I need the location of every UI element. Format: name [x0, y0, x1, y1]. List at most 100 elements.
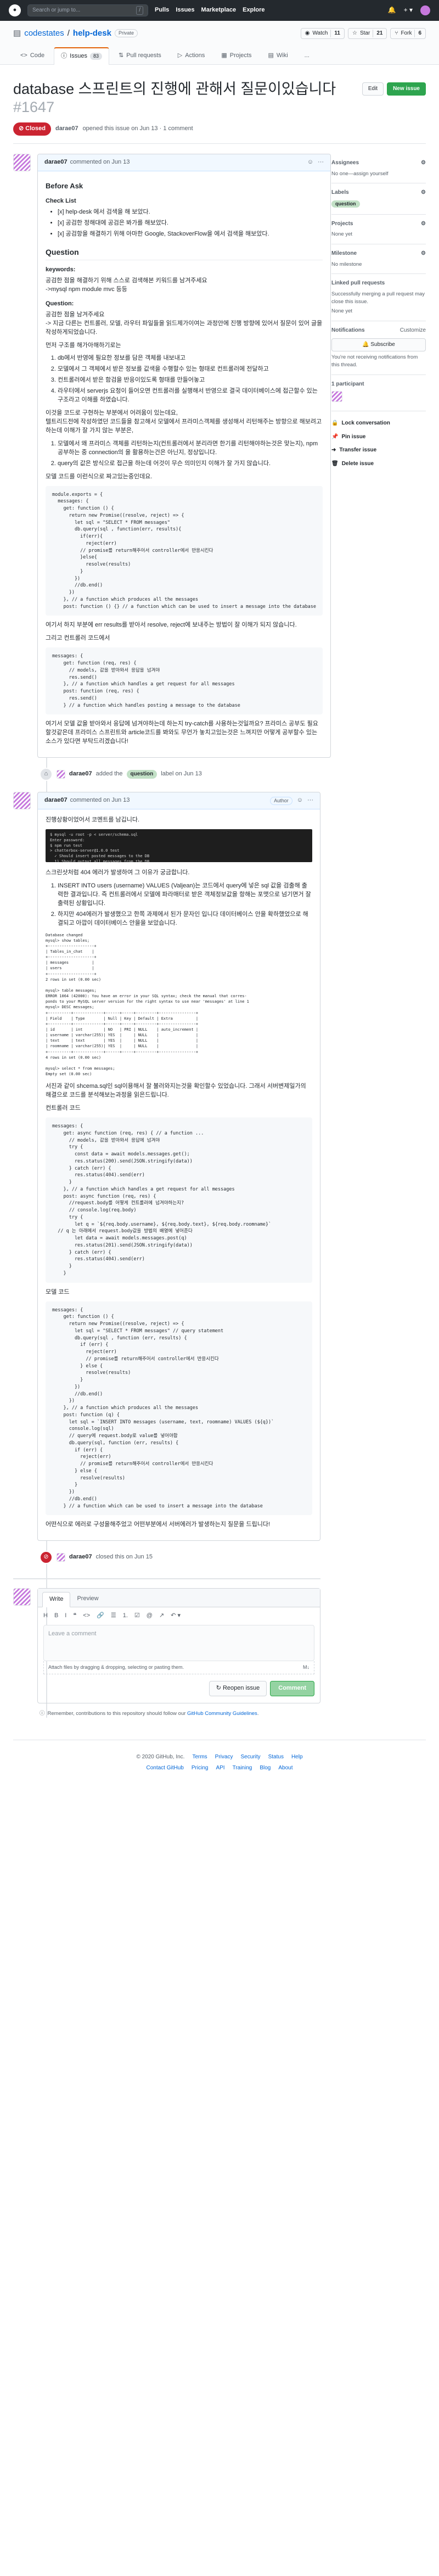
lock-conversation-button[interactable]: 🔒 Lock conversation	[331, 417, 426, 431]
ordered-list-icon[interactable]: 1.	[123, 1612, 128, 1621]
list-item: 컨트롤러에서 받은 함검을 반응이있도록 형태를 만들어놓고	[58, 376, 323, 385]
tab-projects[interactable]: ▦ Projects	[214, 47, 258, 64]
footer-link-status[interactable]: Status	[268, 1753, 284, 1762]
delete-issue-button[interactable]: 🗑 Delete issue	[331, 457, 426, 471]
comment-editor: Write Preview H B I ❝ <> 🔗 ☰ 1. ☑ @ ↗ ↶ …	[37, 1588, 320, 1704]
tab-pull-requests[interactable]: ⇅ Pull requests	[111, 47, 168, 64]
task-list-icon[interactable]: ☑	[134, 1612, 140, 1621]
search-input[interactable]: Search or jump to... /	[27, 4, 148, 16]
avatar[interactable]	[57, 770, 65, 779]
user-avatar[interactable]	[420, 5, 430, 15]
link-icon[interactable]: 🔗	[97, 1612, 104, 1621]
comment-timestamp[interactable]: commented on Jun 13	[70, 796, 130, 805]
smiley-icon[interactable]: ☺	[297, 796, 303, 805]
code-icon[interactable]: <>	[83, 1612, 90, 1621]
footer-link-privacy[interactable]: Privacy	[215, 1753, 233, 1762]
markdown-icon[interactable]: M↓	[303, 1664, 309, 1671]
tab-actions[interactable]: ▷ Actions	[171, 47, 212, 64]
smiley-icon[interactable]: ☺	[307, 158, 313, 167]
tab-issues[interactable]: ⓘ Issues 83	[54, 47, 109, 65]
nav-marketplace[interactable]: Marketplace	[201, 6, 237, 15]
footer-link-pricing[interactable]: Pricing	[192, 1764, 209, 1773]
attach-files-bar[interactable]: Attach files by dragging & dropping, sel…	[43, 1661, 314, 1675]
footer-link-help[interactable]: Help	[291, 1753, 303, 1762]
star-button[interactable]: ☆ Star 21	[348, 27, 387, 40]
tab-more[interactable]: ...	[297, 47, 317, 64]
repo-owner-link[interactable]: codestates	[24, 27, 64, 40]
paragraph: 진행상황이었어서 코멘트를 남깁니다.	[46, 817, 140, 824]
tab-preview[interactable]: Preview	[70, 1592, 105, 1607]
mention-icon[interactable]: @	[147, 1612, 153, 1621]
label-question[interactable]: question	[331, 200, 360, 208]
heading-icon[interactable]: H	[43, 1612, 48, 1621]
sidebar-value: You're not receiving notifications from …	[331, 354, 418, 368]
footer-link-terms[interactable]: Terms	[192, 1753, 207, 1762]
github-logo-icon[interactable]: ●	[9, 4, 21, 16]
event-timestamp[interactable]: label on Jun 13	[161, 770, 202, 779]
button-label: Subscribe	[370, 341, 395, 348]
reopen-issue-button[interactable]: ↻ Reopen issue	[209, 1681, 267, 1697]
cross-reference-icon[interactable]: ↗	[159, 1612, 164, 1621]
comment-author[interactable]: darae07	[44, 796, 67, 805]
comment-author[interactable]: darae07	[44, 158, 67, 167]
sidebar-labels: Labels ⚙ question	[331, 183, 426, 215]
footer-link-about[interactable]: About	[278, 1764, 292, 1773]
avatar[interactable]	[13, 792, 31, 810]
gear-icon[interactable]: ⚙	[421, 159, 426, 167]
event-author[interactable]: darae07	[69, 770, 92, 779]
nav-issues[interactable]: Issues	[176, 6, 194, 15]
subscribe-button[interactable]: 🔔 Subscribe	[331, 338, 426, 352]
comment-button[interactable]: Comment	[270, 1681, 314, 1697]
quote-icon[interactable]: ❝	[73, 1612, 76, 1621]
avatar[interactable]	[57, 1553, 65, 1562]
avatar[interactable]	[331, 391, 342, 403]
tab-label: Issues	[70, 52, 87, 59]
customize-link[interactable]: Customize	[400, 327, 426, 335]
search-shortcut: /	[136, 5, 143, 15]
kebab-icon[interactable]: ···	[318, 158, 324, 167]
pin-icon: 📌	[331, 433, 339, 440]
sidebar-heading: Projects	[331, 220, 353, 227]
footer-link-blog[interactable]: Blog	[260, 1764, 271, 1773]
tab-wiki[interactable]: ▤ Wiki	[261, 47, 295, 64]
transfer-issue-button[interactable]: ➜ Transfer issue	[331, 444, 426, 457]
notifications-bell-icon[interactable]: 🔔	[388, 5, 396, 15]
edit-button[interactable]: Edit	[362, 82, 384, 96]
label-question[interactable]: question	[126, 769, 157, 779]
event-author[interactable]: darae07	[69, 1553, 92, 1562]
unordered-list-icon[interactable]: ☰	[111, 1612, 116, 1621]
assign-yourself-link[interactable]: No one—assign yourself	[331, 170, 426, 178]
fork-button[interactable]: ⑂ Fork 6	[390, 27, 426, 40]
footer-link-api[interactable]: API	[216, 1764, 224, 1773]
watch-button[interactable]: ◉ Watch 11	[300, 27, 345, 40]
gear-icon[interactable]: ⚙	[421, 250, 426, 258]
comment-timestamp[interactable]: commented on Jun 13	[70, 158, 130, 167]
gear-icon[interactable]: ⚙	[421, 189, 426, 197]
kebab-icon[interactable]: ···	[307, 796, 313, 805]
label-event: ⌂ darae07 added the question label on Ju…	[13, 764, 320, 784]
nav-pulls[interactable]: Pulls	[155, 6, 169, 15]
footer-link-training[interactable]: Training	[233, 1764, 252, 1773]
pin-issue-button[interactable]: 📌 Pin issue	[331, 431, 426, 444]
footer-link-contact[interactable]: Contact GitHub	[147, 1764, 184, 1773]
nav-explore[interactable]: Explore	[243, 6, 264, 15]
gear-icon[interactable]: ⚙	[421, 220, 426, 228]
state-label: Closed	[25, 125, 46, 132]
markdown-toolbar: H B I ❝ <> 🔗 ☰ 1. ☑ @ ↗ ↶ ▾	[38, 1607, 320, 1625]
bold-icon[interactable]: B	[54, 1612, 58, 1621]
issue-author[interactable]: darae07	[55, 125, 78, 133]
avatar[interactable]	[13, 1588, 31, 1606]
paragraph: 그리고 컨트롤러 코드에서	[46, 635, 110, 642]
italic-icon[interactable]: I	[65, 1612, 66, 1621]
tab-code[interactable]: <> Code	[13, 47, 52, 64]
new-issue-button[interactable]: New issue	[387, 82, 426, 96]
paragraph: 이것을 코드로 구현하는 부분에서 어려움이 있는데요, 텔트리드전에 작성하였던…	[46, 409, 323, 435]
avatar[interactable]	[13, 154, 31, 172]
comment-textarea[interactable]: Leave a comment	[43, 1625, 314, 1662]
repo-name-link[interactable]: help-desk	[73, 27, 111, 40]
saved-replies-icon[interactable]: ↶ ▾	[171, 1612, 181, 1621]
guidelines-link[interactable]: GitHub Community Guidelines	[187, 1711, 257, 1717]
tab-write[interactable]: Write	[42, 1592, 71, 1608]
create-new-plus-icon[interactable]: + ▾	[404, 5, 413, 15]
footer-link-security[interactable]: Security	[240, 1753, 260, 1762]
